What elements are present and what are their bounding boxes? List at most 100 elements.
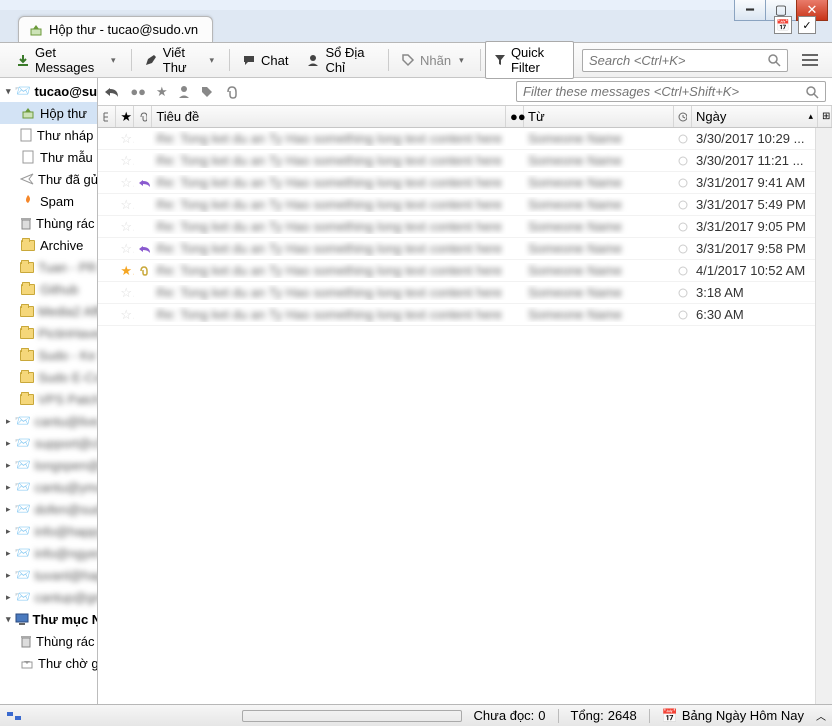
addressbook-button[interactable]: Sổ Địa Chỉ	[298, 41, 384, 79]
total-count: 2648	[608, 708, 637, 723]
flame-icon	[20, 193, 36, 209]
col-read[interactable]: ●●	[506, 106, 524, 127]
account-row[interactable]: ▸📨dofen@sudo.vn	[0, 498, 97, 520]
scrollbar[interactable]	[815, 128, 832, 704]
account-row[interactable]: ▸📨info@ngyencanto.com	[0, 542, 97, 564]
dropdown-icon[interactable]: ▾	[206, 55, 217, 66]
folder-custom[interactable]: Media2 Affiliate	[0, 300, 97, 322]
search-input[interactable]	[589, 53, 767, 68]
folder-archive[interactable]: Archive	[0, 234, 97, 256]
folder-custom[interactable]: VPS Patch.vn	[0, 388, 97, 410]
col-star[interactable]: ★	[116, 106, 134, 127]
download-icon	[16, 53, 30, 67]
folder-custom[interactable]: PictinHaven	[0, 322, 97, 344]
main-toolbar: Get Messages ▾ Viết Thư ▾ Chat Sổ Địa Ch…	[0, 42, 832, 78]
filter-input[interactable]	[523, 84, 805, 99]
write-button[interactable]: Viết Thư ▾	[136, 41, 225, 79]
folder-icon	[20, 394, 34, 405]
message-row[interactable]: ☆Re: Tong ket du an Ty Hao something lon…	[98, 194, 832, 216]
inbox-icon	[20, 105, 36, 121]
calendar-small-icon: 📅	[662, 708, 678, 724]
col-date[interactable]: Ngày▴	[692, 106, 818, 127]
folder-icon	[21, 284, 35, 295]
folder-local-trash[interactable]: Thùng rác	[0, 630, 97, 652]
folder-sidebar: ▾📨tucao@sudo.vn Hộp thư Thư nháp Thư mẫu…	[0, 78, 98, 704]
star-filter-icon[interactable]: ★	[156, 84, 168, 100]
folder-custom[interactable]: Sudo - Ke Toan	[0, 344, 97, 366]
quick-filter-button[interactable]: Quick Filter	[485, 41, 574, 79]
folder-icon	[20, 372, 34, 383]
activity-icon	[6, 710, 22, 722]
tag-icon	[401, 53, 415, 67]
account-row[interactable]: ▸📨cantu@ymail.com (5)	[0, 476, 97, 498]
mailbox-icon: 📨	[15, 83, 31, 99]
search-icon[interactable]	[805, 85, 819, 99]
trash-icon	[20, 633, 32, 649]
global-search[interactable]	[582, 49, 788, 72]
folder-custom[interactable]: Sudo E-Commerce	[0, 366, 97, 388]
filter-icon	[494, 54, 506, 66]
folder-spam[interactable]: Spam	[0, 190, 97, 212]
file-icon	[20, 127, 33, 143]
folder-outbox[interactable]: Thư chờ gửi	[0, 652, 97, 674]
account-row[interactable]: ▸📨support@chauthuoc.com (18)	[0, 432, 97, 454]
folder-icon	[21, 240, 35, 251]
progress-bar	[242, 710, 462, 722]
message-row[interactable]: ☆Re: Tong ket du an Ty Hao something lon…	[98, 304, 832, 326]
chevron-up-icon[interactable]: ︿	[816, 708, 826, 723]
unread-filter-icon[interactable]: ●●	[130, 84, 146, 99]
message-row[interactable]: ☆Re: Tong ket du an Ty Hao something lon…	[98, 282, 832, 304]
folder-custom[interactable]: Github	[0, 278, 97, 300]
account-row[interactable]: ▸📨info@happymobile.vn	[0, 520, 97, 542]
folder-icon	[20, 350, 34, 361]
tab-title: Hộp thư - tucao@sudo.vn	[49, 22, 198, 37]
tasks-icon[interactable]: ✓	[798, 16, 816, 34]
menu-button[interactable]	[796, 48, 824, 72]
col-attachment[interactable]	[134, 106, 152, 127]
dropdown-icon[interactable]: ▾	[456, 55, 468, 66]
col-date-sort[interactable]	[674, 106, 692, 127]
account-row[interactable]: ▸📨cantu@live.com (12)	[0, 410, 97, 432]
account-row[interactable]: ▾📨tucao@sudo.vn	[0, 80, 97, 102]
trash-icon	[20, 215, 32, 231]
message-row[interactable]: ★Re: Tong ket du an Ty Hao something lon…	[98, 260, 832, 282]
tag-filter-icon[interactable]	[200, 85, 214, 99]
chat-button[interactable]: Chat	[234, 49, 296, 72]
local-folders[interactable]: ▾Thư mục Nội bộ	[0, 608, 97, 630]
filter-toolbar: ●● ★	[98, 78, 832, 106]
dropdown-icon[interactable]: ▾	[108, 55, 119, 66]
message-filter-search[interactable]	[516, 81, 826, 102]
message-list: ☆Re: Tong ket du an Ty Hao something lon…	[98, 128, 832, 704]
folder-sent[interactable]: Thư đã gửi	[0, 168, 97, 190]
attachment-filter-icon[interactable]	[224, 85, 238, 99]
col-thread[interactable]	[98, 106, 116, 127]
sent-icon	[20, 171, 34, 187]
message-row[interactable]: ☆Re: Tong ket du an Ty Hao something lon…	[98, 238, 832, 260]
folder-icon	[20, 328, 34, 339]
folder-drafts[interactable]: Thư nháp	[0, 124, 97, 146]
contact-filter-icon[interactable]	[178, 85, 190, 99]
col-picker[interactable]: ⊞	[818, 106, 832, 127]
message-row[interactable]: ☆Re: Tong ket du an Ty Hao something lon…	[98, 128, 832, 150]
message-row[interactable]: ☆Re: Tong ket du an Ty Hao something lon…	[98, 172, 832, 194]
reply-icon[interactable]	[104, 85, 120, 99]
account-row[interactable]: ▸📨longspen@comsoft.de (3)	[0, 454, 97, 476]
col-subject[interactable]: Tiêu đề	[152, 106, 506, 127]
folder-icon	[20, 262, 34, 273]
message-row[interactable]: ☆Re: Tong ket du an Ty Hao something lon…	[98, 216, 832, 238]
account-row[interactable]: ▸📨tuvanl@happymo...om (3633)	[0, 564, 97, 586]
folder-inbox[interactable]: Hộp thư	[0, 102, 97, 124]
message-row[interactable]: ☆Re: Tong ket du an Ty Hao something lon…	[98, 150, 832, 172]
agenda-toggle[interactable]: Bảng Ngày Hôm Nay	[682, 708, 804, 723]
tab-inbox[interactable]: Hộp thư - tucao@sudo.vn	[18, 16, 213, 42]
search-icon[interactable]	[767, 53, 781, 67]
calendar-icon[interactable]: 📅	[774, 16, 792, 34]
folder-trash[interactable]: Thùng rác	[0, 212, 97, 234]
col-from[interactable]: Từ	[524, 106, 674, 127]
folder-icon	[20, 306, 34, 317]
tag-button[interactable]: Nhãn ▾	[393, 49, 476, 72]
account-row[interactable]: ▸📨cantup@gmail.com (3)	[0, 586, 97, 608]
get-messages-button[interactable]: Get Messages ▾	[8, 41, 127, 79]
folder-templates[interactable]: Thư mẫu	[0, 146, 97, 168]
folder-custom[interactable]: Tuan - PR Backberry	[0, 256, 97, 278]
